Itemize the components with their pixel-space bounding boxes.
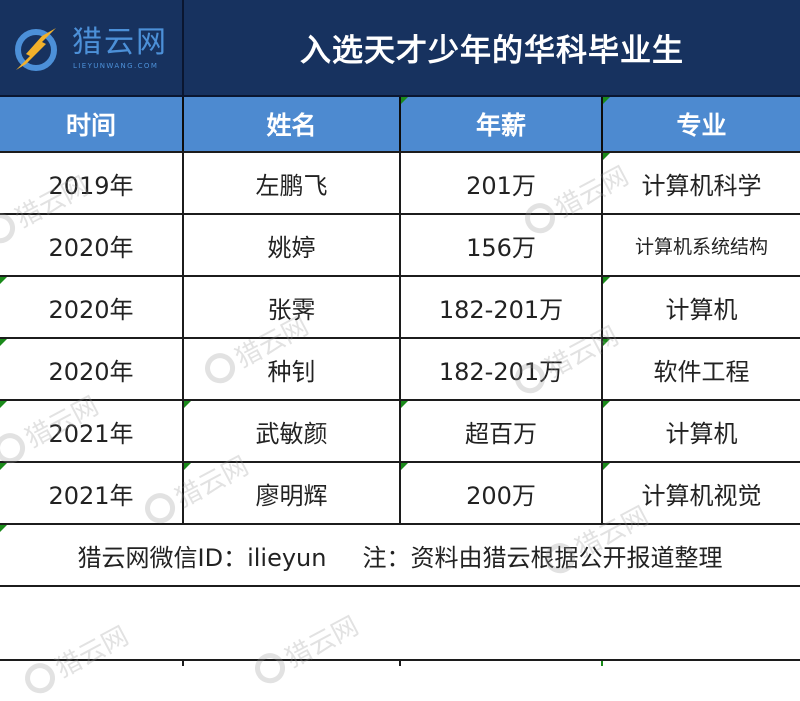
comment-marker [184, 463, 191, 470]
wechat-id-text: 猎云网微信ID：ilieyun [77, 543, 327, 572]
comment-marker [0, 401, 7, 408]
column-header-salary[interactable]: 年薪 [399, 97, 603, 153]
cell-major-text: 计算机 [665, 295, 738, 324]
cell-major-text: 计算机视觉 [641, 481, 762, 510]
header-row: 时间 姓名 年薪 专业 [0, 97, 800, 153]
cell-major[interactable]: 计算机 [601, 399, 800, 463]
cell-time-text: 2020年 [48, 357, 134, 386]
footer-note-cell[interactable]: 猎云网微信ID：ilieyun 注：资料由猎云根据公开报道整理 [0, 523, 800, 587]
cell-major[interactable]: 软件工程 [601, 337, 800, 401]
cell-name[interactable]: 姚婷 [182, 213, 401, 277]
column-header-name[interactable]: 姓名 [182, 97, 401, 153]
cell-major-text: 计算机科学 [641, 171, 762, 200]
watermark: 猎云网 [248, 606, 364, 691]
cell-salary[interactable]: 超百万 [399, 399, 603, 463]
cell-major[interactable]: 计算机系统结构 [601, 213, 800, 277]
cell-name[interactable]: 武敏颜 [182, 399, 401, 463]
table-row: 2020年 张霁 182-201万 计算机 [0, 275, 800, 339]
cell-salary[interactable]: 182-201万 [399, 275, 603, 339]
cell-time-text: 2021年 [48, 419, 134, 448]
spreadsheet: 猎云网 LIEYUNWANG.COM 入选天才少年的华科毕业生 时间 姓名 年薪… [0, 0, 800, 699]
table-row: 2021年 武敏颜 超百万 计算机 [0, 399, 800, 463]
cell-name[interactable]: 张霁 [182, 275, 401, 339]
next-row-stub [0, 659, 800, 666]
cell-name[interactable]: 廖明辉 [182, 461, 401, 525]
cell-time-text: 2020年 [48, 295, 134, 324]
table-row: 2019年 左鹏飞 201万 计算机科学 [0, 151, 800, 215]
comment-marker [0, 277, 7, 284]
comment-marker [603, 277, 610, 284]
cell-salary[interactable]: 156万 [399, 213, 603, 277]
brand-domain: LIEYUNWANG.COM [73, 62, 159, 70]
comment-marker [0, 339, 7, 346]
column-header-time[interactable]: 时间 [0, 97, 184, 153]
watermark-logo-icon [249, 647, 291, 689]
page-title: 入选天才少年的华科毕业生 [300, 33, 684, 69]
table-row: 2021年 廖明辉 200万 计算机视觉 [0, 461, 800, 525]
comment-marker [401, 401, 408, 408]
comment-marker [603, 339, 610, 346]
cell-name-text: 武敏颜 [255, 419, 328, 448]
cell-major[interactable]: 计算机 [601, 275, 800, 339]
table-row: 2020年 姚婷 156万 计算机系统结构 [0, 213, 800, 277]
cell-name-text: 廖明辉 [255, 481, 328, 510]
cell-name[interactable]: 种钊 [182, 337, 401, 401]
cell-salary[interactable]: 201万 [399, 151, 603, 215]
comment-marker [603, 97, 610, 104]
cell-time[interactable]: 2020年 [0, 337, 184, 401]
comment-marker [184, 401, 191, 408]
comment-marker [401, 97, 408, 104]
cell-name[interactable]: 左鹏飞 [182, 151, 401, 215]
lightning-ring-icon [15, 28, 57, 71]
cell-time-text: 2021年 [48, 481, 134, 510]
source-note-text: 注：资料由猎云根据公开报道整理 [362, 543, 723, 572]
column-header-salary-label: 年薪 [475, 111, 526, 140]
comment-marker [603, 401, 610, 408]
comment-marker [603, 153, 610, 160]
graduates-table: 时间 姓名 年薪 专业 2019年 左鹏飞 201万 计算机科学 2020年 姚… [0, 97, 800, 587]
cell-time[interactable]: 2020年 [0, 213, 184, 277]
brand-logo: 猎云网 LIEYUNWANG.COM [0, 0, 184, 95]
cell-major[interactable]: 计算机科学 [601, 151, 800, 215]
cell-time[interactable]: 2020年 [0, 275, 184, 339]
title-band: 猎云网 LIEYUNWANG.COM 入选天才少年的华科毕业生 [0, 0, 800, 97]
table-row: 2020年 种钊 182-201万 软件工程 [0, 337, 800, 401]
cell-salary[interactable]: 182-201万 [399, 337, 603, 401]
cell-time[interactable]: 2019年 [0, 151, 184, 215]
cell-major-text: 计算机 [665, 419, 738, 448]
comment-marker [401, 463, 408, 470]
footer-row: 猎云网微信ID：ilieyun 注：资料由猎云根据公开报道整理 [0, 523, 800, 587]
column-header-major[interactable]: 专业 [601, 97, 800, 153]
comment-marker [603, 463, 610, 470]
cell-salary[interactable]: 200万 [399, 461, 603, 525]
cell-major[interactable]: 计算机视觉 [601, 461, 800, 525]
column-header-major-label: 专业 [676, 111, 727, 140]
cell-salary-text: 200万 [466, 481, 536, 510]
comment-marker [0, 463, 7, 470]
brand-name: 猎云网 [72, 25, 168, 60]
cell-time[interactable]: 2021年 [0, 399, 184, 463]
comment-marker [0, 525, 7, 532]
cell-salary-text: 超百万 [465, 419, 537, 448]
cell-time[interactable]: 2021年 [0, 461, 184, 525]
watermark-text: 猎云网 [50, 621, 134, 685]
cell-major-text: 软件工程 [653, 357, 750, 386]
